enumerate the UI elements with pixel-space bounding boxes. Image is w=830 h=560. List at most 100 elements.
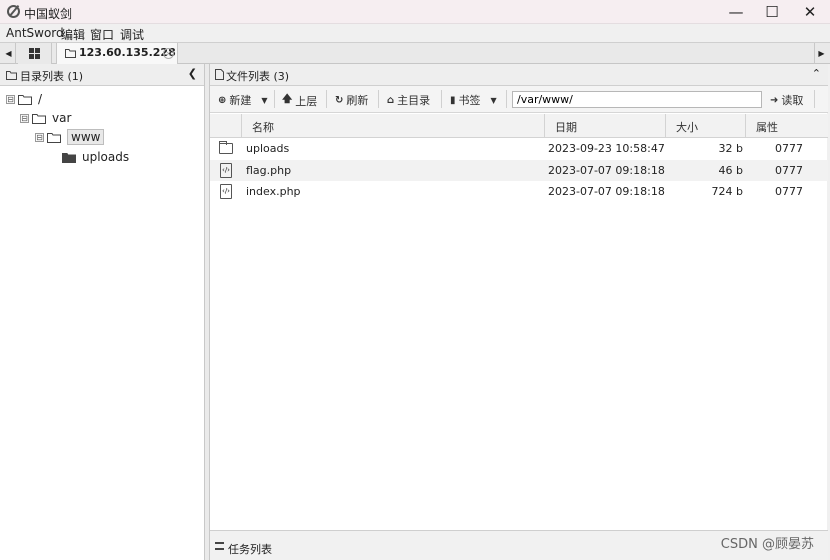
tree-expander-icon[interactable]: ⊟ <box>20 113 29 123</box>
menu-window[interactable]: 窗口 <box>90 26 114 43</box>
file-size: 46 b <box>718 164 743 177</box>
up-level-label: 上层 <box>295 94 318 108</box>
bookmark-icon: ▮ <box>450 94 456 106</box>
read-button[interactable]: ➜ 读取 <box>770 92 803 108</box>
folder-icon <box>62 152 76 163</box>
task-list-title: 任务列表 <box>228 543 272 556</box>
read-label: 读取 <box>781 94 804 107</box>
file-date: 2023-07-07 09:18:18 <box>548 185 665 198</box>
toolbar-divider <box>814 90 815 108</box>
list-icon <box>215 542 224 550</box>
toolbar-divider <box>506 90 507 108</box>
file-icon <box>215 69 224 80</box>
folder-open-icon <box>47 132 61 143</box>
file-list-header: 文件列表 (3) ⌃ <box>210 64 828 86</box>
column-permission[interactable]: 属性 <box>745 114 828 138</box>
menu-edit[interactable]: 编辑 <box>61 26 85 43</box>
chevron-down-icon: ▼ <box>261 95 268 105</box>
up-level-button[interactable]: 🡅 上层 <box>282 92 317 109</box>
plus-circle-icon: ⊕ <box>218 94 227 106</box>
file-name: uploads <box>246 142 290 155</box>
toolbar-divider <box>326 90 327 108</box>
tab-home[interactable] <box>18 43 52 64</box>
refresh-button[interactable]: ↻ 刷新 <box>335 92 368 108</box>
column-date[interactable]: 日期 <box>544 114 665 138</box>
task-list-bar[interactable]: 任务列表 CSDN @顾晏苏 <box>210 530 828 560</box>
tree-node-label: www <box>67 129 105 145</box>
maximize-button[interactable]: ☐ <box>752 0 792 24</box>
file-name: flag.php <box>246 164 292 177</box>
directory-panel-title: 目录列表 (1) <box>20 70 84 83</box>
tree-expander-icon[interactable]: ⊟ <box>6 94 15 104</box>
tree-node-label: / <box>38 92 43 106</box>
file-list-title: 文件列表 (3) <box>226 70 290 83</box>
toolbar-divider <box>274 90 275 108</box>
column-size[interactable]: 大小 <box>665 114 745 138</box>
directory-panel: 目录列表 (1) ❮ ⊟ / ⊟ var ⊟ www uploads <box>0 64 205 560</box>
new-button[interactable]: ⊕ 新建 ▼ <box>218 92 268 108</box>
folder-icon <box>219 141 233 154</box>
file-row[interactable]: uploads 2023-09-23 10:58:47 32 b 0777 <box>210 138 828 159</box>
antsword-logo-icon <box>7 5 20 18</box>
menu-bar: AntSword 编辑 窗口 调试 <box>0 24 830 42</box>
file-permission: 0777 <box>775 142 803 155</box>
window-title: 中国蚁剑 <box>24 7 73 21</box>
tree-node-label: var <box>52 111 72 125</box>
menu-debug[interactable]: 调试 <box>120 26 144 43</box>
column-name[interactable]: 名称 <box>241 114 544 138</box>
tree-node-var[interactable]: ⊟ var <box>20 110 71 126</box>
folder-icon <box>6 71 17 80</box>
php-file-icon: ‹/› <box>220 163 232 178</box>
file-size: 32 b <box>718 142 743 155</box>
refresh-label: 刷新 <box>346 94 369 107</box>
bookmark-button[interactable]: ▮ 书签 ▼ <box>450 92 497 108</box>
tree-node-www[interactable]: ⊟ www <box>35 129 105 145</box>
path-input[interactable] <box>512 91 762 108</box>
arrow-right-icon: ➜ <box>770 94 779 106</box>
tree-node-root[interactable]: ⊟ / <box>6 91 42 107</box>
tab-scroll-left-icon[interactable]: ◀ <box>2 43 16 64</box>
title-bar: 中国蚁剑 — ☐ ✕ <box>0 0 830 24</box>
home-directory-label: 主目录 <box>397 94 431 107</box>
directory-panel-header: 目录列表 (1) ❮ <box>0 64 204 86</box>
refresh-icon: ↻ <box>335 94 344 106</box>
tree-expander-icon[interactable]: ⊟ <box>35 132 44 142</box>
tree-node-label: uploads <box>82 150 130 164</box>
file-grid-header: 名称 日期 大小 属性 <box>210 114 828 138</box>
php-file-icon: ‹/› <box>220 184 232 199</box>
chevron-down-icon: ▼ <box>490 95 497 105</box>
toolbar-divider <box>378 90 379 108</box>
folder-open-icon <box>32 113 46 124</box>
tab-shell-connection[interactable]: 123.60.135.228 × <box>56 43 178 64</box>
file-date: 2023-07-07 09:18:18 <box>548 164 665 177</box>
tab-close-icon[interactable]: × <box>163 48 174 59</box>
file-date: 2023-09-23 10:58:47 <box>548 142 665 155</box>
folder-icon <box>65 49 76 58</box>
minimize-button[interactable]: — <box>716 0 756 24</box>
close-button[interactable]: ✕ <box>790 0 830 24</box>
home-icon: ⌂ <box>387 94 395 106</box>
file-permission: 0777 <box>775 185 803 198</box>
home-directory-button[interactable]: ⌂ 主目录 <box>387 92 430 108</box>
file-name: index.php <box>246 185 301 198</box>
collapse-panel-icon[interactable]: ⌃ <box>812 67 821 80</box>
arrow-up-icon: 🡅 <box>282 94 293 105</box>
toolbar-divider <box>441 90 442 108</box>
file-row[interactable]: ‹/› index.php 2023-07-07 09:18:18 724 b … <box>210 181 828 202</box>
tab-scroll-right-icon[interactable]: ▶ <box>814 43 828 64</box>
file-list-panel: 文件列表 (3) ⌃ ⊕ 新建 ▼ 🡅 上层 ↻ 刷新 ⌂ 主目录 ▮ 书签 ▼ <box>209 64 828 560</box>
collapse-panel-icon[interactable]: ❮ <box>188 67 197 80</box>
tree-node-uploads[interactable]: uploads <box>62 149 129 165</box>
bookmark-label: 书签 <box>458 94 481 107</box>
file-permission: 0777 <box>775 164 803 177</box>
tab-label: 123.60.135.228 <box>79 46 176 59</box>
file-toolbar: ⊕ 新建 ▼ 🡅 上层 ↻ 刷新 ⌂ 主目录 ▮ 书签 ▼ ➜ 读取 <box>210 86 828 113</box>
folder-open-icon <box>18 94 32 105</box>
menu-antsword[interactable]: AntSword <box>6 26 64 40</box>
watermark: CSDN @顾晏苏 <box>720 537 814 552</box>
file-row[interactable]: ‹/› flag.php 2023-07-07 09:18:18 46 b 07… <box>210 160 828 181</box>
tab-bar: ◀ 123.60.135.228 × ▶ <box>0 42 830 64</box>
new-button-label: 新建 <box>229 94 252 107</box>
grid-icon <box>29 48 40 59</box>
file-size: 724 b <box>711 185 743 198</box>
